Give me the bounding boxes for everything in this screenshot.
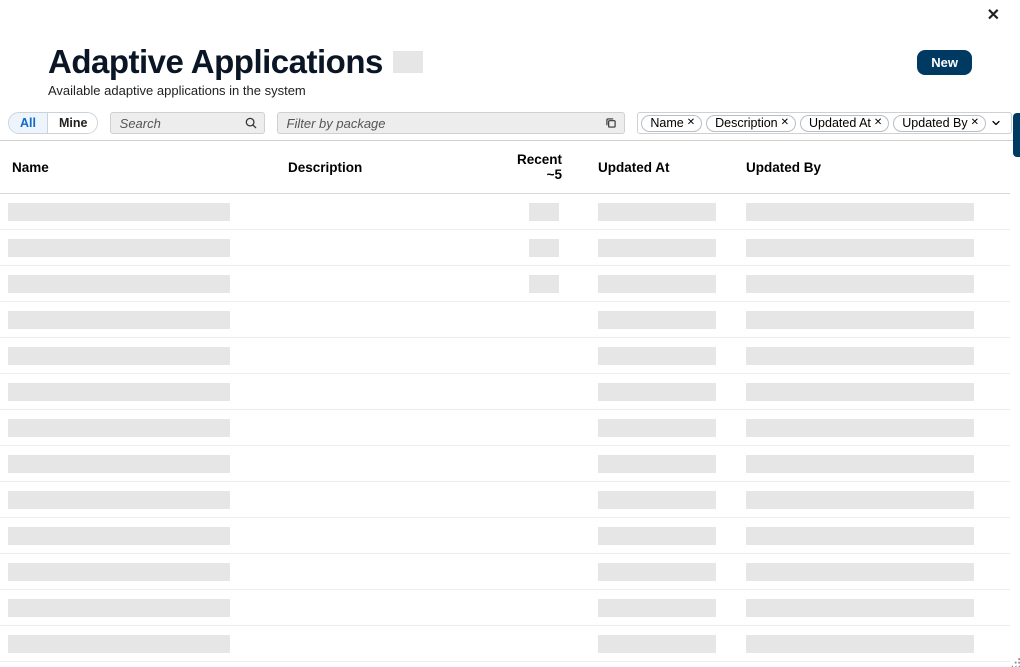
column-chip-updated-by: Updated By ✕ xyxy=(893,115,986,132)
table-row[interactable] xyxy=(0,590,1010,626)
skeleton-cell xyxy=(8,455,230,473)
filter-bar: All Mine Name ✕ Description ✕ Updat xyxy=(0,98,1020,141)
skeleton-cell xyxy=(8,383,230,401)
skeleton-cell xyxy=(598,203,716,221)
skeleton-cell xyxy=(598,239,716,257)
skeleton-cell xyxy=(598,563,716,581)
package-filter-container xyxy=(277,112,626,134)
skeleton-cell xyxy=(746,275,974,293)
skeleton-cell xyxy=(746,599,974,617)
scope-segmented-control: All Mine xyxy=(8,112,98,134)
resize-handle-icon[interactable] xyxy=(1006,653,1020,667)
chip-remove-icon[interactable]: ✕ xyxy=(874,118,882,128)
skeleton-cell xyxy=(746,527,974,545)
skeleton-cell xyxy=(529,239,559,257)
chip-label: Name xyxy=(650,116,683,130)
copy-icon[interactable] xyxy=(604,116,618,130)
search-container xyxy=(110,112,265,134)
table-row[interactable] xyxy=(0,446,1010,482)
skeleton-cell xyxy=(746,455,974,473)
skeleton-cell xyxy=(598,455,716,473)
page-header: Adaptive Applications New Available adap… xyxy=(0,0,1020,98)
table-row[interactable] xyxy=(0,338,1010,374)
chip-remove-icon[interactable]: ✕ xyxy=(971,118,979,128)
skeleton-cell xyxy=(598,347,716,365)
skeleton-cell xyxy=(8,275,230,293)
skeleton-cell xyxy=(598,275,716,293)
table-row[interactable] xyxy=(0,554,1010,590)
package-filter-input[interactable] xyxy=(278,116,625,131)
table-row[interactable] xyxy=(0,410,1010,446)
table-row[interactable] xyxy=(0,266,1010,302)
chip-remove-icon[interactable]: ✕ xyxy=(781,118,789,128)
chip-label: Updated By xyxy=(902,116,967,130)
skeleton-cell xyxy=(8,491,230,509)
skeleton-cell xyxy=(8,203,230,221)
column-chip-name: Name ✕ xyxy=(641,115,702,132)
scope-all-button[interactable]: All xyxy=(9,113,47,133)
skeleton-cell xyxy=(8,311,230,329)
chip-remove-icon[interactable]: ✕ xyxy=(687,118,695,128)
new-button[interactable]: New xyxy=(917,50,972,75)
column-header-name[interactable]: Name xyxy=(0,140,280,194)
skeleton-cell xyxy=(8,527,230,545)
table-row[interactable] xyxy=(0,302,1010,338)
table-row[interactable] xyxy=(0,482,1010,518)
skeleton-cell xyxy=(598,419,716,437)
skeleton-cell xyxy=(8,347,230,365)
table-row[interactable] xyxy=(0,230,1010,266)
skeleton-cell xyxy=(598,527,716,545)
skeleton-cell xyxy=(8,635,230,653)
chevron-down-icon[interactable] xyxy=(990,117,1002,129)
skeleton-cell xyxy=(8,599,230,617)
skeleton-cell xyxy=(746,491,974,509)
column-chip-description: Description ✕ xyxy=(706,115,796,132)
table-row[interactable] xyxy=(0,374,1010,410)
table-row[interactable] xyxy=(0,626,1010,662)
column-selector[interactable]: Name ✕ Description ✕ Updated At ✕ Update… xyxy=(637,112,1012,134)
search-icon[interactable] xyxy=(244,116,258,130)
skeleton-cell xyxy=(746,635,974,653)
column-header-updated-by[interactable]: Updated By xyxy=(738,140,1010,194)
skeleton-cell xyxy=(746,311,974,329)
skeleton-cell xyxy=(746,383,974,401)
table-header-row: Name Description Recent ~5 Updated At Up… xyxy=(0,140,1010,194)
skeleton-cell xyxy=(746,203,974,221)
column-chip-updated-at: Updated At ✕ xyxy=(800,115,889,132)
skeleton-cell xyxy=(529,275,559,293)
skeleton-cell xyxy=(8,239,230,257)
scroll-indicator[interactable] xyxy=(1013,113,1020,157)
page-title: Adaptive Applications xyxy=(48,43,383,81)
skeleton-cell xyxy=(598,383,716,401)
title-badge-skeleton xyxy=(393,51,423,73)
skeleton-cell xyxy=(746,239,974,257)
applications-table: Name Description Recent ~5 Updated At Up… xyxy=(0,140,1010,662)
skeleton-cell xyxy=(746,563,974,581)
skeleton-cell xyxy=(598,491,716,509)
skeleton-cell xyxy=(8,419,230,437)
column-header-description[interactable]: Description xyxy=(280,140,505,194)
skeleton-cell xyxy=(8,563,230,581)
page-subtitle: Available adaptive applications in the s… xyxy=(48,83,972,98)
search-input[interactable] xyxy=(111,116,264,131)
chip-label: Description xyxy=(715,116,778,130)
skeleton-cell xyxy=(598,635,716,653)
column-header-recent[interactable]: Recent ~5 xyxy=(505,140,590,194)
table-container: Name Description Recent ~5 Updated At Up… xyxy=(0,140,1010,667)
table-row[interactable] xyxy=(0,518,1010,554)
skeleton-cell xyxy=(746,419,974,437)
scope-mine-button[interactable]: Mine xyxy=(47,113,98,133)
table-row[interactable] xyxy=(0,194,1010,230)
skeleton-cell xyxy=(529,203,559,221)
skeleton-cell xyxy=(598,311,716,329)
chip-label: Updated At xyxy=(809,116,871,130)
skeleton-cell xyxy=(598,599,716,617)
skeleton-cell xyxy=(746,347,974,365)
column-header-updated-at[interactable]: Updated At xyxy=(590,140,738,194)
